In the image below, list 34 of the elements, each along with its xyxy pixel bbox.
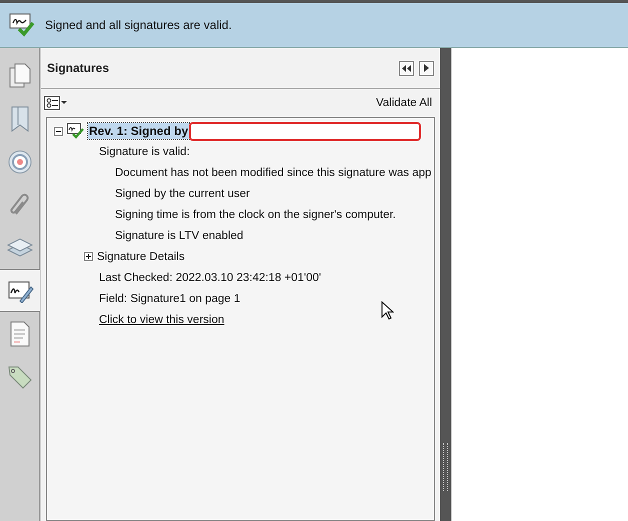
expand-toggle-icon[interactable] — [84, 252, 93, 261]
tree-item: Document has not been modified since this signature was app — [115, 166, 432, 178]
collapse-button[interactable] — [399, 60, 414, 76]
bookmark-icon — [9, 104, 31, 132]
collapse-toggle-icon[interactable] — [54, 126, 63, 136]
status-message: Signed and all signatures are valid. — [45, 18, 232, 32]
validate-all-button[interactable]: Validate All — [374, 95, 434, 111]
signature-check-icon — [9, 12, 35, 38]
tree-item: Signing time is from the clock on the signer's computer. — [115, 208, 396, 220]
signature-check-icon — [67, 123, 85, 139]
document-icon — [10, 320, 30, 346]
right-arrow-icon — [424, 64, 429, 72]
signature-pen-icon — [8, 278, 34, 302]
tree-item: Signed by the current user — [115, 188, 250, 200]
tree-item: Field: Signature1 on page 1 — [99, 292, 240, 304]
list-options-icon — [44, 96, 68, 110]
tree-item: Last Checked: 2022.03.10 23:42:18 +01'00' — [99, 272, 322, 284]
paperclip-icon — [9, 192, 31, 218]
revision-label[interactable]: Rev. 1: Signed by — [88, 123, 190, 139]
view-version-link[interactable]: Click to view this version — [99, 314, 224, 326]
sidebar-tool-button[interactable] — [0, 269, 41, 312]
tag-icon — [8, 364, 32, 388]
tree-item[interactable]: Signature Details — [97, 250, 185, 262]
double-left-arrow-icon — [402, 64, 411, 72]
expand-button[interactable] — [419, 60, 434, 76]
panel-splitter[interactable] — [440, 48, 452, 521]
tree-item: Signature is LTV enabled — [115, 230, 244, 242]
layers-icon — [7, 236, 33, 258]
pages-icon — [9, 62, 31, 88]
panel-title: Signatures — [47, 61, 110, 75]
mouse-cursor-icon — [381, 301, 394, 320]
options-dropdown-button[interactable] — [44, 96, 68, 110]
target-icon — [8, 150, 32, 174]
tree-item: Signature is valid: — [99, 146, 190, 158]
